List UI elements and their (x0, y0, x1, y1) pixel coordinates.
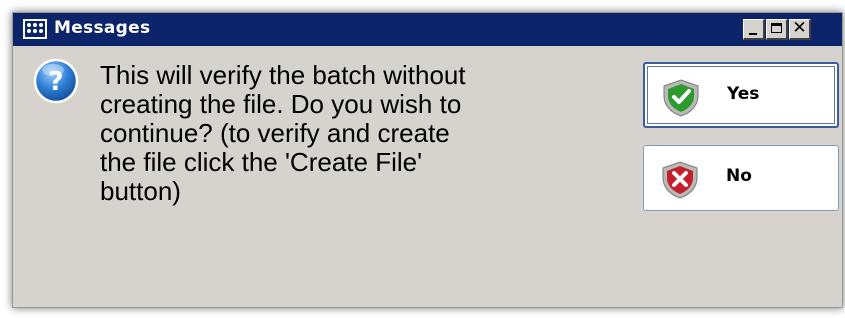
app-dots-icon (23, 19, 47, 39)
title-bar[interactable]: Messages ✕ (13, 13, 842, 46)
yes-button[interactable]: Yes (643, 62, 839, 128)
question-icon: ? (33, 58, 79, 108)
maximize-icon (771, 23, 782, 33)
no-button[interactable]: No (643, 145, 839, 211)
check-shield-icon (659, 78, 703, 122)
svg-text:?: ? (48, 67, 63, 97)
message-text: This will verify the batch without creat… (100, 60, 466, 206)
close-icon: ✕ (792, 18, 807, 38)
no-label: No (726, 166, 752, 186)
maximize-button[interactable] (766, 19, 788, 40)
x-shield-icon (658, 160, 702, 204)
yes-label: Yes (727, 84, 760, 104)
window-title: Messages (54, 18, 151, 38)
close-button[interactable]: ✕ (789, 18, 811, 40)
messages-dialog: Messages ✕ ? This will verify the batch … (12, 12, 843, 308)
minimize-button[interactable] (743, 19, 765, 40)
minimize-icon (749, 33, 757, 35)
